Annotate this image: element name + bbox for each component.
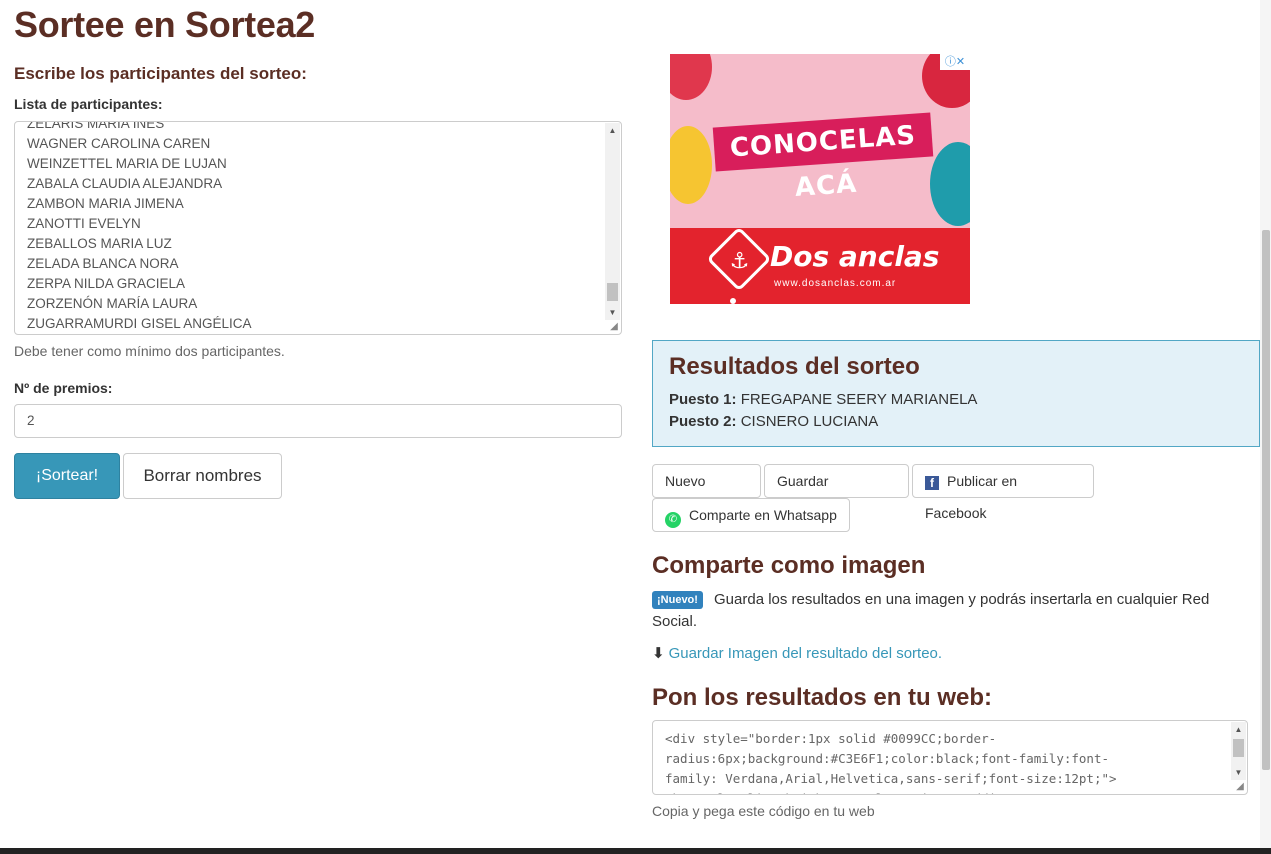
ad-url: www.dosanclas.com.ar: [774, 278, 897, 289]
participant-line: WEINZETTEL MARIA DE LUJAN: [27, 156, 227, 171]
participants-textarea[interactable]: ZELARIS MARIA INES WAGNER CAROLINA CAREN…: [14, 121, 622, 335]
results-title: Resultados del sorteo: [669, 353, 920, 380]
prizes-label: Nº de premios:: [14, 380, 113, 396]
page-scrollbar[interactable]: [1260, 0, 1271, 848]
participant-line: ZELADA BLANCA NORA: [27, 256, 179, 271]
participants-list: ZELARIS MARIA INES WAGNER CAROLINA CAREN…: [27, 121, 601, 334]
embed-title: Pon los resultados en tu web:: [652, 684, 993, 711]
result-row: Puesto 1: FREGAPANE SEERY MARIANELA: [669, 389, 1243, 411]
facebook-icon: f: [925, 476, 939, 490]
textarea-scrollbar[interactable]: ▲ ▼: [605, 123, 620, 320]
result-winner: FREGAPANE SEERY MARIANELA: [740, 391, 978, 408]
download-icon: ⬇: [652, 645, 665, 662]
result-winner: CISNERO LUCIANA: [740, 413, 879, 430]
resize-grip-icon[interactable]: ◢: [1234, 781, 1246, 793]
save-results-button[interactable]: Guardar resultados: [764, 464, 909, 521]
result-row: Puesto 2: CISNERO LUCIANA: [669, 411, 1243, 433]
share-image-text: Guarda los resultados en una imagen y po…: [652, 591, 1210, 630]
clear-names-button[interactable]: Borrar nombres: [123, 453, 282, 499]
whatsapp-share-label: Comparte en Whatsapp: [689, 507, 837, 523]
ad-choices-icon[interactable]: ⓘ✕: [940, 54, 970, 70]
results-panel: Resultados del sorteo Puesto 1: FREGAPAN…: [652, 340, 1260, 447]
participants-help: Debe tener como mínimo dos participantes…: [14, 343, 285, 359]
participant-line: ZUGARRAMURDI GISEL ANGÉLICA: [27, 316, 252, 331]
embed-help: Copia y pega este código en tu web: [652, 803, 875, 819]
participants-label: Lista de participantes:: [14, 96, 163, 112]
participant-line: ZANOTTI EVELYN: [27, 216, 141, 231]
participant-line: WAGNER CAROLINA CAREN: [27, 136, 211, 151]
embed-code: <div style="border:1px solid #0099CC;bor…: [665, 731, 1117, 794]
facebook-share-button[interactable]: f Publicar en Facebook: [912, 464, 1094, 521]
result-rank: Puesto 2:: [669, 413, 737, 430]
participant-line: ZELARIS MARIA INES: [27, 121, 165, 131]
form-subtitle: Escribe los participantes del sorteo:: [14, 64, 307, 83]
result-rank: Puesto 1:: [669, 391, 737, 408]
participant-line: ZEBALLOS MARIA LUZ: [27, 236, 172, 251]
save-image-link[interactable]: ⬇ Guardar Imagen del resultado del sorteo…: [652, 644, 942, 662]
advertisement[interactable]: CONOCELAS ACÁ ⚓ Dos anclas www.dosanclas…: [670, 54, 970, 304]
scroll-thumb[interactable]: [1233, 739, 1244, 757]
participant-line: ZORZENÓN MARÍA LAURA: [27, 296, 198, 311]
scroll-up-icon[interactable]: ▲: [1231, 722, 1246, 737]
embed-code-textarea[interactable]: <div style="border:1px solid #0099CC;bor…: [652, 720, 1248, 795]
participant-line: ZAMBON MARIA JIMENA: [27, 196, 184, 211]
participant-line: ZABALA CLAUDIA ALEJANDRA: [27, 176, 223, 191]
new-draw-button[interactable]: Nuevo sorteo: [652, 464, 761, 521]
bottom-bar: [0, 848, 1271, 854]
scroll-down-icon[interactable]: ▼: [1231, 765, 1246, 780]
ad-indicator-dot: [730, 298, 736, 304]
page-title: Sortee en Sortea2: [14, 4, 316, 45]
resize-grip-icon[interactable]: ◢: [608, 321, 620, 333]
whatsapp-share-button[interactable]: ✆ Comparte en Whatsapp: [652, 498, 850, 532]
share-image-title: Comparte como imagen: [652, 552, 926, 579]
save-image-link-label: Guardar Imagen del resultado del sorteo.: [668, 645, 943, 662]
code-scrollbar[interactable]: ▲ ▼: [1231, 722, 1246, 780]
scroll-down-icon[interactable]: ▼: [605, 305, 620, 320]
scroll-thumb[interactable]: [607, 283, 618, 301]
prizes-input[interactable]: 2: [14, 404, 622, 438]
page-scroll-thumb[interactable]: [1262, 230, 1270, 770]
scroll-up-icon[interactable]: ▲: [605, 123, 620, 138]
participant-line: ZERPA NILDA GRACIELA: [27, 276, 186, 291]
draw-button[interactable]: ¡Sortear!: [14, 453, 120, 499]
whatsapp-icon: ✆: [665, 512, 681, 528]
ad-brand: Dos anclas: [770, 240, 940, 273]
